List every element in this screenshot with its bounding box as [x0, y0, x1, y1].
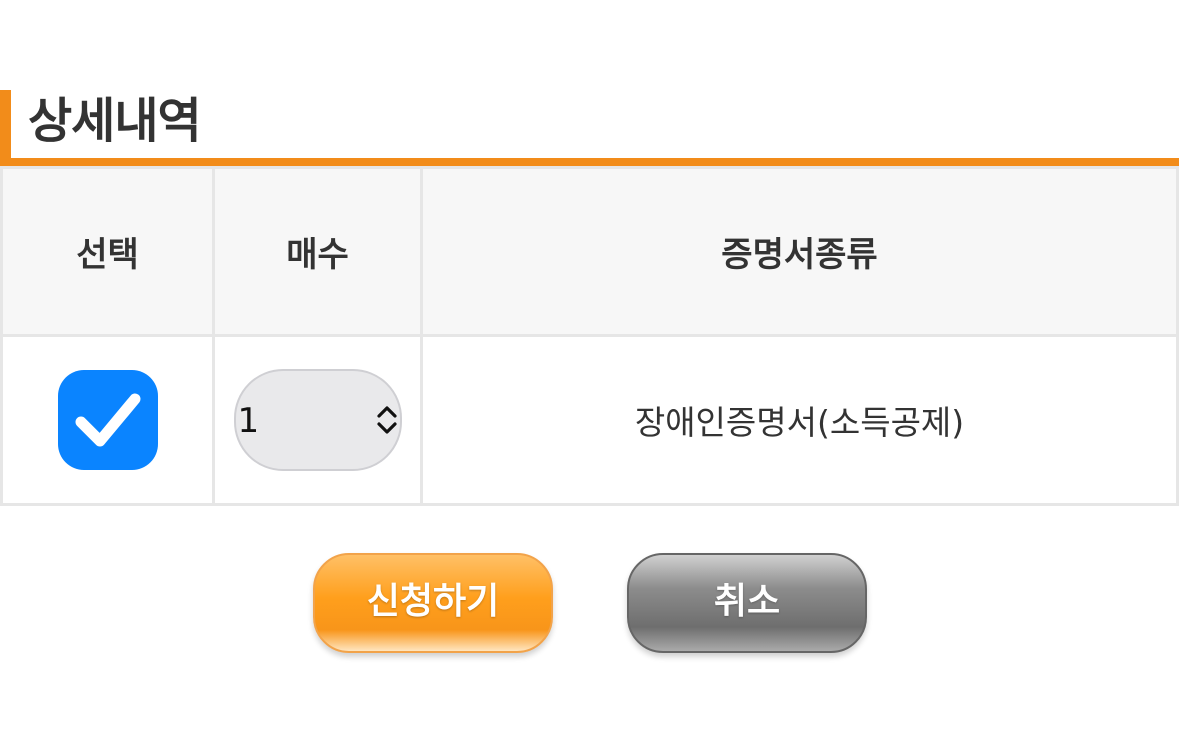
header-doc-type: 증명서종류 [420, 166, 1179, 337]
quantity-select[interactable]: 1 [233, 369, 402, 471]
apply-button[interactable]: 신청하기 [313, 553, 553, 653]
page: 상세내역 선택 매수 증명서종류 1 장애인증명서(소득공제) 신청하기 취소 [0, 0, 1179, 733]
cancel-button[interactable]: 취소 [627, 553, 867, 653]
quantity-value: 1 [237, 401, 260, 441]
checkmark-icon [75, 393, 140, 447]
header-count: 매수 [212, 166, 423, 337]
chevron-updown-icon [376, 406, 397, 434]
section-divider [0, 158, 1179, 166]
header-select: 선택 [0, 166, 215, 337]
detail-table: 선택 매수 증명서종류 1 장애인증명서(소득공제) [0, 166, 1179, 506]
select-checkbox[interactable] [57, 370, 158, 470]
section-title: 상세내역 [28, 93, 202, 149]
section-header: 상세내역 [0, 90, 1179, 160]
section-accent-bar [0, 90, 11, 158]
table-header-row: 선택 매수 증명서종류 [0, 166, 1179, 337]
table-row: 1 장애인증명서(소득공제) [0, 334, 1179, 506]
count-cell: 1 [212, 334, 423, 506]
select-cell [0, 334, 215, 506]
doc-type-cell: 장애인증명서(소득공제) [420, 334, 1179, 506]
